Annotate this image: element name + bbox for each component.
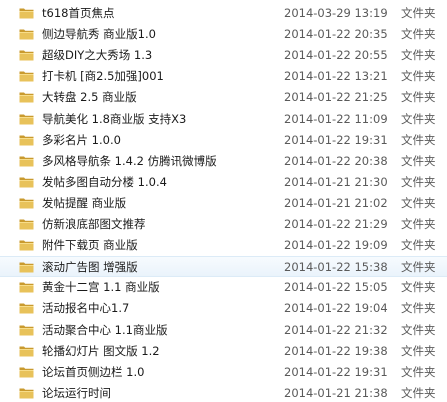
file-date: 2014-01-22 21:32 bbox=[284, 322, 388, 337]
file-name: 论坛首页侧边栏 1.0 bbox=[42, 364, 145, 379]
file-date: 2014-01-21 21:02 bbox=[284, 195, 388, 210]
list-item[interactable]: 导航美化 1.8商业版 支持X3 2014-01-22 11:09 文件夹 bbox=[0, 109, 447, 130]
folder-icon bbox=[19, 198, 34, 209]
file-type: 文件夹 bbox=[401, 132, 436, 147]
file-type: 文件夹 bbox=[401, 301, 436, 316]
file-type: 文件夹 bbox=[401, 364, 436, 379]
folder-icon bbox=[19, 156, 34, 167]
file-type: 文件夹 bbox=[401, 343, 436, 358]
file-type: 文件夹 bbox=[401, 48, 436, 63]
file-type: 文件夹 bbox=[401, 195, 436, 210]
folder-icon bbox=[19, 29, 34, 40]
folder-icon bbox=[19, 325, 34, 335]
folder-icon bbox=[19, 71, 34, 82]
folder-icon bbox=[19, 367, 34, 378]
list-item[interactable]: 论坛首页侧边栏 1.0 2014-01-22 19:31 文件夹 bbox=[0, 362, 447, 383]
list-item[interactable]: 论坛运行时间 2014-01-21 21:38 文件夹 bbox=[0, 383, 447, 402]
file-name: t618首页焦点 bbox=[42, 6, 115, 20]
folder-icon bbox=[19, 346, 34, 357]
file-date: 2014-01-22 19:09 bbox=[284, 238, 388, 253]
list-item[interactable]: 发帖提醒 商业版 2014-01-21 21:02 文件夹 bbox=[0, 193, 447, 214]
file-type: 文件夹 bbox=[401, 6, 436, 20]
file-name: 论坛运行时间 bbox=[42, 385, 111, 400]
file-date: 2014-01-21 21:38 bbox=[284, 385, 388, 400]
file-type: 文件夹 bbox=[401, 27, 436, 42]
list-item[interactable]: 活动聚合中心 1.1商业版 2014-01-22 21:32 文件夹 bbox=[0, 320, 447, 341]
list-item[interactable]: 滚动广告图 增强版 2014-01-22 15:38 文件夹 bbox=[0, 256, 447, 278]
folder-icon bbox=[19, 8, 34, 19]
file-date: 2014-01-22 19:31 bbox=[284, 364, 388, 379]
file-type: 文件夹 bbox=[401, 174, 436, 189]
file-name: 大转盘 2.5 商业版 bbox=[42, 90, 137, 105]
file-date: 2014-01-22 15:05 bbox=[284, 280, 388, 295]
file-name: 附件下载页 商业版 bbox=[42, 238, 138, 253]
list-item[interactable]: 发帖多图自动分楼 1.0.4 2014-01-21 21:30 文件夹 bbox=[0, 172, 447, 193]
folder-icon bbox=[19, 388, 34, 399]
folder-icon bbox=[19, 114, 34, 124]
file-name: 多彩名片 1.0.0 bbox=[42, 132, 121, 147]
file-date: 2014-03-29 13:19 bbox=[284, 6, 388, 20]
list-item[interactable]: 侧边导航秀 商业版1.0 2014-01-22 20:35 文件夹 bbox=[0, 24, 447, 45]
file-type: 文件夹 bbox=[401, 238, 436, 253]
file-date: 2014-01-22 19:04 bbox=[284, 301, 388, 316]
file-type: 文件夹 bbox=[401, 90, 436, 105]
file-name: 侧边导航秀 商业版1.0 bbox=[42, 27, 156, 42]
file-name: 黄金十二宫 1.1 商业版 bbox=[42, 280, 160, 295]
file-name: 滚动广告图 增强版 bbox=[42, 260, 138, 275]
folder-icon bbox=[19, 135, 34, 146]
file-name: 活动报名中心1.7 bbox=[42, 301, 130, 316]
list-item[interactable]: 附件下载页 商业版 2014-01-22 19:09 文件夹 bbox=[0, 235, 447, 256]
file-date: 2014-01-21 21:30 bbox=[284, 174, 388, 189]
file-name: 多风格导航条 1.4.2 仿腾讯微博版 bbox=[42, 153, 217, 168]
list-item[interactable]: t618首页焦点 2014-03-29 13:19 文件夹 bbox=[0, 3, 447, 24]
file-name: 轮播幻灯片 图文版 1.2 bbox=[42, 343, 160, 358]
file-date: 2014-01-22 20:35 bbox=[284, 27, 388, 42]
folder-icon bbox=[19, 50, 34, 61]
file-name: 超级DIY之大秀场 1.3 bbox=[42, 48, 153, 63]
file-name: 打卡机 [商2.5加强]001 bbox=[42, 69, 164, 84]
folder-icon bbox=[19, 92, 34, 103]
file-date: 2014-01-22 21:29 bbox=[284, 217, 388, 231]
list-item[interactable]: 打卡机 [商2.5加强]001 2014-01-22 13:21 文件夹 bbox=[0, 66, 447, 87]
file-date: 2014-01-22 20:55 bbox=[284, 48, 388, 63]
file-type: 文件夹 bbox=[401, 280, 436, 295]
file-name: 仿新浪底部图文推荐 bbox=[42, 217, 146, 231]
file-type: 文件夹 bbox=[401, 385, 436, 400]
list-item[interactable]: 黄金十二宫 1.1 商业版 2014-01-22 15:05 文件夹 bbox=[0, 277, 447, 298]
file-type: 文件夹 bbox=[401, 322, 436, 337]
folder-icon bbox=[19, 177, 34, 188]
list-item[interactable]: 多彩名片 1.0.0 2014-01-22 19:31 文件夹 bbox=[0, 130, 447, 151]
file-date: 2014-01-22 20:38 bbox=[284, 153, 388, 168]
file-date: 2014-01-22 21:25 bbox=[284, 90, 388, 105]
file-name: 导航美化 1.8商业版 支持X3 bbox=[42, 111, 187, 126]
file-type: 文件夹 bbox=[401, 153, 436, 168]
file-date: 2014-01-22 13:21 bbox=[284, 69, 388, 84]
list-item[interactable]: 活动报名中心1.7 2014-01-22 19:04 文件夹 bbox=[0, 298, 447, 319]
list-item[interactable]: 大转盘 2.5 商业版 2014-01-22 21:25 文件夹 bbox=[0, 87, 447, 108]
list-item[interactable]: 超级DIY之大秀场 1.3 2014-01-22 20:55 文件夹 bbox=[0, 45, 447, 66]
file-list: t618首页焦点 2014-03-29 13:19 文件夹 侧边导航秀 商业版1.0 2… bbox=[0, 0, 447, 402]
list-item[interactable]: 轮播幻灯片 图文版 1.2 2014-01-22 19:38 文件夹 bbox=[0, 341, 447, 362]
list-item[interactable]: 多风格导航条 1.4.2 仿腾讯微博版 2014-01-22 20:38 文件夹 bbox=[0, 151, 447, 172]
file-type: 文件夹 bbox=[401, 111, 436, 126]
file-type: 文件夹 bbox=[401, 217, 436, 231]
folder-icon bbox=[19, 262, 34, 273]
file-date: 2014-01-22 11:09 bbox=[284, 111, 388, 126]
file-name: 发帖多图自动分楼 1.0.4 bbox=[42, 174, 167, 189]
file-type: 文件夹 bbox=[401, 260, 436, 275]
file-name: 活动聚合中心 1.1商业版 bbox=[42, 322, 168, 337]
file-date: 2014-01-22 19:38 bbox=[284, 343, 388, 358]
file-date: 2014-01-22 15:38 bbox=[284, 260, 388, 275]
folder-icon bbox=[19, 303, 34, 314]
folder-icon bbox=[19, 219, 34, 230]
file-name: 发帖提醒 商业版 bbox=[42, 195, 127, 210]
list-item[interactable]: 仿新浪底部图文推荐 2014-01-22 21:29 文件夹 bbox=[0, 214, 447, 235]
folder-icon bbox=[19, 282, 34, 293]
file-type: 文件夹 bbox=[401, 69, 436, 84]
folder-icon bbox=[19, 240, 34, 251]
file-date: 2014-01-22 19:31 bbox=[284, 132, 388, 147]
